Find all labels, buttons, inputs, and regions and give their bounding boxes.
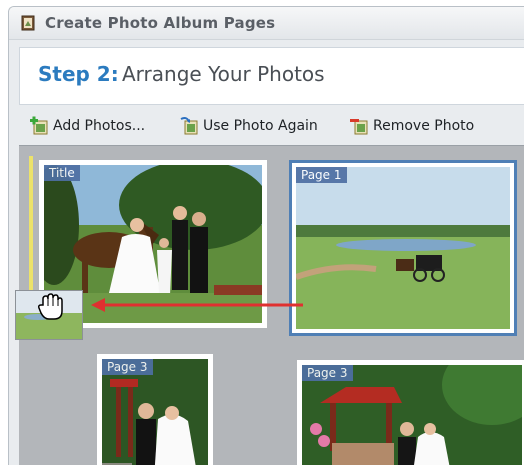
step-title: Arrange Your Photos [122, 62, 325, 86]
remove-photo-button[interactable]: Remove Photo [349, 115, 474, 137]
carriage-field-photo: Page 1 [296, 167, 510, 329]
wishing-well-couple-photo: Page 3 [302, 365, 522, 465]
title-tag: Title [44, 165, 80, 181]
add-photos-label: Add Photos... [53, 118, 146, 134]
carriage-photo-art [296, 167, 510, 329]
page-3-left-tag: Page 3 [102, 359, 153, 375]
page-3-right-slot[interactable]: Page 3 [297, 360, 524, 465]
use-again-icon [180, 117, 198, 135]
remove-photo-label: Remove Photo [373, 118, 475, 134]
toolbar: Add Photos... Use Photo Again Remove Pho… [19, 109, 524, 143]
drag-arrow [91, 298, 303, 312]
album-icon [21, 15, 35, 31]
remove-photo-icon [350, 119, 368, 135]
title-bar: Create Photo Album Pages [9, 7, 524, 40]
add-photos-button[interactable]: Add Photos... [29, 115, 145, 137]
page-1-tag: Page 1 [296, 167, 347, 183]
step-header: Step 2: Arrange Your Photos [19, 47, 524, 105]
use-photo-again-button[interactable]: Use Photo Again [179, 115, 318, 137]
page-1-slot[interactable]: Page 1 [289, 160, 517, 336]
create-photo-album-window: Create Photo Album Pages Step 2: Arrange… [8, 6, 524, 465]
window-title: Create Photo Album Pages [45, 14, 276, 32]
add-photo-icon [30, 116, 48, 135]
page-3-right-tag: Page 3 [302, 365, 353, 381]
dragged-photo-thumbnail[interactable] [15, 290, 83, 340]
step-number: Step 2: [38, 62, 119, 86]
page-3-left-slot[interactable]: Page 3 [97, 354, 213, 465]
use-photo-again-label: Use Photo Again [203, 118, 318, 134]
couple-portrait-photo: Page 3 [102, 359, 208, 465]
hand-cursor-icon [38, 293, 63, 320]
